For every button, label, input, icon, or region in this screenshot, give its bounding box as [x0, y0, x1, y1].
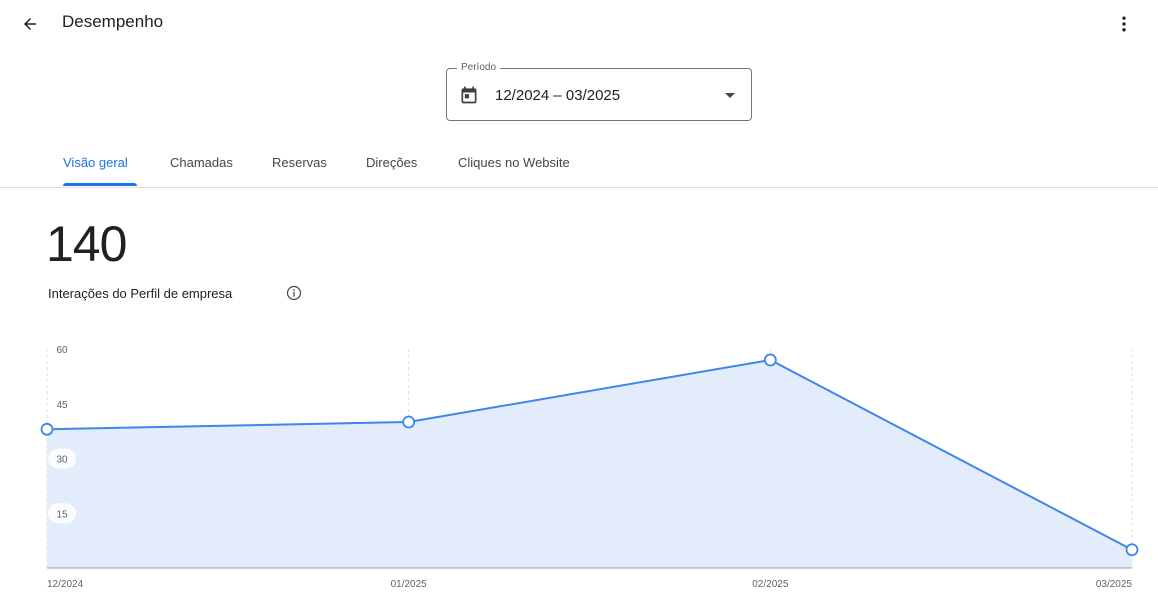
- period-value: 12/2024 – 03/2025: [495, 87, 621, 104]
- x-tick-label: 01/2025: [391, 579, 428, 590]
- back-button[interactable]: [16, 10, 44, 38]
- period-label: Período: [457, 61, 501, 75]
- y-tick-label: 45: [56, 400, 68, 411]
- x-tick-label: 02/2025: [752, 579, 789, 590]
- data-point: [763, 353, 777, 367]
- tab-overview[interactable]: Visão geral: [63, 148, 128, 186]
- more-vert-icon: [1122, 16, 1126, 32]
- data-point: [1125, 543, 1139, 557]
- calendar-icon: [461, 86, 477, 104]
- chart-svg: 15 30 45 60 12/2024 01/2025 02/2025 03/2025: [40, 339, 1139, 590]
- tab-calls[interactable]: Chamadas: [170, 148, 233, 186]
- active-tab-indicator: [63, 183, 137, 186]
- x-tick-label: 03/2025: [1096, 579, 1133, 590]
- y-tick-label: 60: [56, 345, 68, 356]
- period-select[interactable]: Período 12/2024 – 03/2025: [446, 61, 752, 121]
- total-interactions: 140: [46, 216, 127, 272]
- x-tick-label: 12/2024: [47, 579, 84, 590]
- y-tick-label: 15: [56, 509, 68, 520]
- chevron-down-icon: [725, 93, 735, 98]
- y-tick-label: 30: [56, 455, 68, 466]
- tab-website-clicks[interactable]: Cliques no Website: [458, 148, 570, 186]
- more-options-button[interactable]: [1110, 10, 1138, 38]
- tab-bookings[interactable]: Reservas: [272, 148, 327, 186]
- top-bar: Desempenho: [0, 0, 1158, 48]
- tab-directions[interactable]: Direções: [366, 148, 417, 186]
- metric-label: Interações do Perfil de empresa: [48, 286, 233, 301]
- info-icon[interactable]: [286, 285, 302, 301]
- data-point: [402, 415, 416, 429]
- interactions-chart: 15 30 45 60 12/2024 01/2025 02/2025 03/2025: [0, 330, 1158, 611]
- data-point: [40, 422, 54, 436]
- page-title: Desempenho: [62, 12, 164, 31]
- arrow-left-icon: [24, 18, 36, 30]
- tabs-divider: [0, 187, 1158, 188]
